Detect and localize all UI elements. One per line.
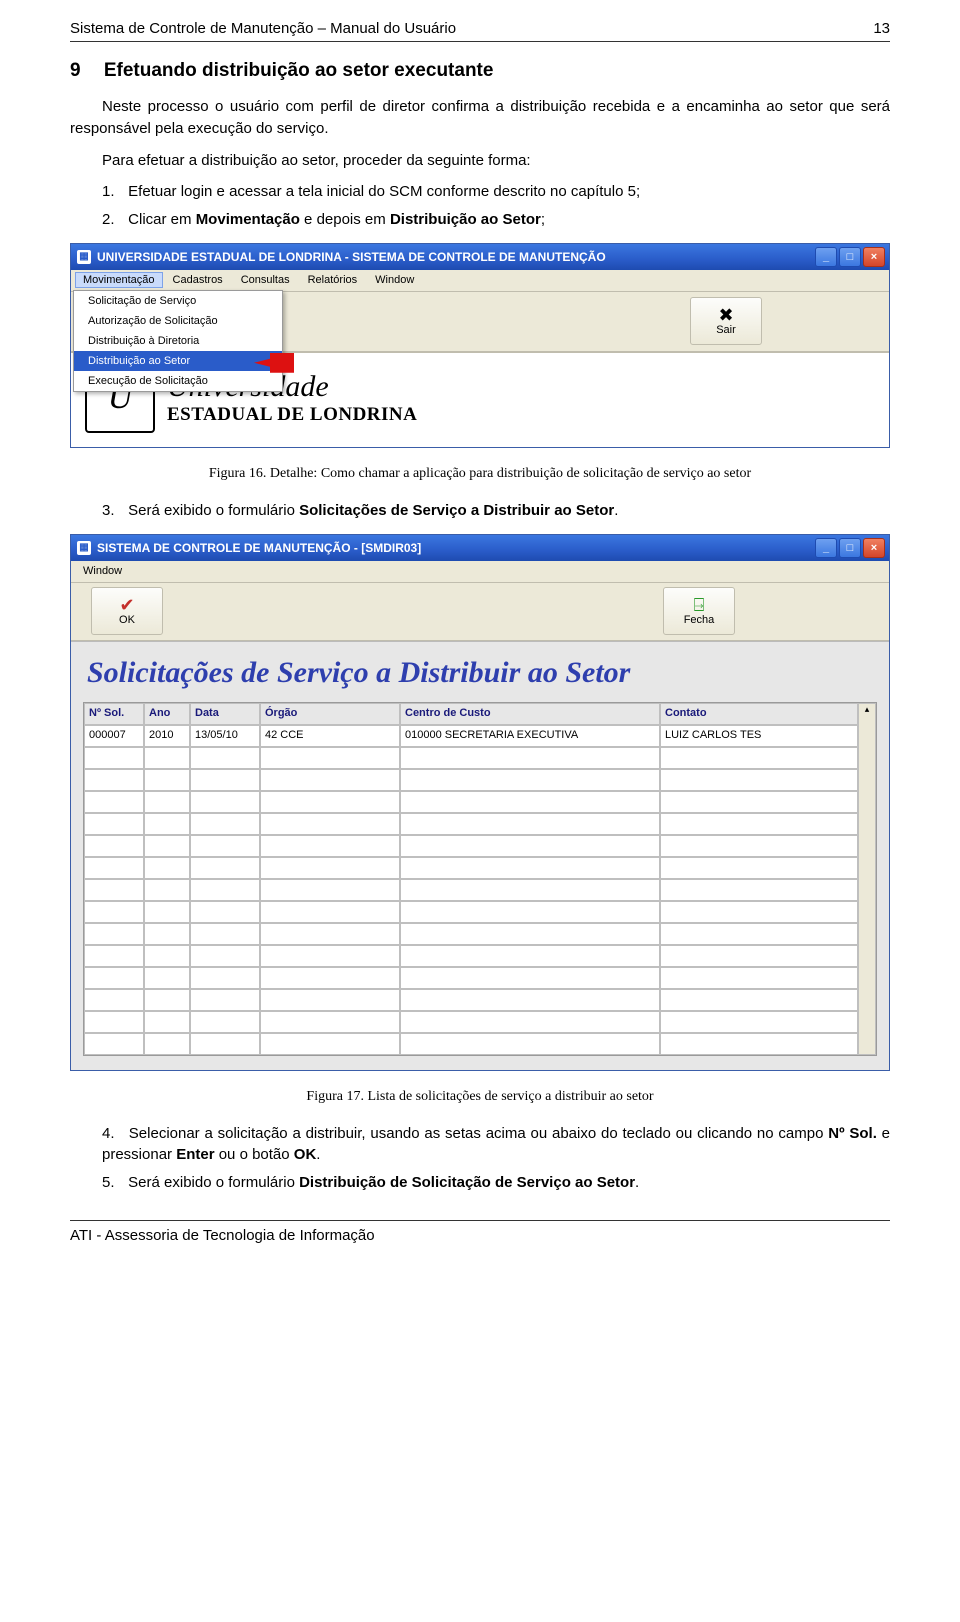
menu-consultas[interactable]: Consultas bbox=[233, 272, 298, 288]
cell-ano: 2010 bbox=[144, 725, 190, 747]
arrow-icon bbox=[254, 353, 294, 373]
maximize-button[interactable]: □ bbox=[839, 538, 861, 558]
exit-icon: ✖ bbox=[718, 306, 733, 324]
toolbar-2: ✔ OK ⍈ Fecha bbox=[71, 583, 889, 641]
check-icon: ✔ bbox=[119, 596, 134, 614]
step-5: 5. Será exibido o formulário Distribuiçã… bbox=[102, 1172, 890, 1194]
cell-orgao: 42 CCE bbox=[260, 725, 400, 747]
footer-text: ATI - Assessoria de Tecnologia de Inform… bbox=[70, 1227, 375, 1244]
dropdown-movimentacao: Solicitação de Serviço Autorização de So… bbox=[73, 290, 283, 392]
cell-cc: 010000 SECRETARIA EXECUTIVA bbox=[400, 725, 660, 747]
cell-data: 13/05/10 bbox=[190, 725, 260, 747]
ok-button[interactable]: ✔ OK bbox=[91, 587, 163, 635]
titlebar: ▦ UNIVERSIDADE ESTADUAL DE LONDRINA - SI… bbox=[71, 244, 889, 270]
menu-item-execucao[interactable]: Execução de Solicitação bbox=[74, 371, 282, 391]
minimize-button[interactable]: _ bbox=[815, 247, 837, 267]
table-row[interactable] bbox=[84, 1011, 858, 1033]
figure-17: ▦ SISTEMA DE CONTROLE DE MANUTENÇÃO - [S… bbox=[70, 534, 890, 1071]
app-window-2: ▦ SISTEMA DE CONTROLE DE MANUTENÇÃO - [S… bbox=[70, 534, 890, 1071]
step-1: 1. Efetuar login e acessar a tela inicia… bbox=[102, 181, 890, 203]
cell-sol[interactable]: 000007 bbox=[84, 725, 144, 747]
menu-relatorios[interactable]: Relatórios bbox=[300, 272, 366, 288]
app-icon: ▦ bbox=[77, 541, 91, 555]
table-row[interactable] bbox=[84, 857, 858, 879]
table-row[interactable]: 000007 2010 13/05/10 42 CCE 010000 SECRE… bbox=[84, 725, 858, 747]
menu-item-autorizacao[interactable]: Autorização de Solicitação bbox=[74, 311, 282, 331]
step-3: 3. Será exibido o formulário Solicitaçõe… bbox=[102, 500, 890, 522]
menu-cadastros[interactable]: Cadastros bbox=[165, 272, 231, 288]
col-header-cc: Centro de Custo bbox=[400, 703, 660, 725]
table-row[interactable] bbox=[84, 901, 858, 923]
col-header-ano: Ano bbox=[144, 703, 190, 725]
section-number: 9 bbox=[70, 60, 81, 81]
intro-paragraph-1: Neste processo o usuário com perfil de d… bbox=[70, 96, 890, 140]
doc-title: Sistema de Controle de Manutenção – Manu… bbox=[70, 20, 456, 37]
table-row[interactable] bbox=[84, 1033, 858, 1055]
col-header-contato: Contato bbox=[660, 703, 858, 725]
table-row[interactable] bbox=[84, 747, 858, 769]
door-icon: ⍈ bbox=[694, 596, 705, 614]
titlebar-2: ▦ SISTEMA DE CONTROLE DE MANUTENÇÃO - [S… bbox=[71, 535, 889, 561]
section-title-text: Efetuando distribuição ao setor executan… bbox=[104, 60, 494, 81]
page-number: 13 bbox=[873, 20, 890, 37]
table-row[interactable] bbox=[84, 879, 858, 901]
table-row[interactable] bbox=[84, 835, 858, 857]
figure-17-caption: Figura 17. Lista de solicitações de serv… bbox=[70, 1089, 890, 1105]
menu-movimentacao[interactable]: Movimentação Solicitação de Serviço Auto… bbox=[75, 272, 163, 288]
menubar-2: Window bbox=[71, 561, 889, 583]
sair-button[interactable]: ✖ Sair bbox=[690, 297, 762, 345]
col-header-sol: Nº Sol. bbox=[84, 703, 144, 725]
fecha-button[interactable]: ⍈ Fecha bbox=[663, 587, 735, 635]
page-footer: ATI - Assessoria de Tecnologia de Inform… bbox=[70, 1220, 890, 1244]
figure-16-caption: Figura 16. Detalhe: Como chamar a aplica… bbox=[70, 466, 890, 482]
section-heading: 9 Efetuando distribuição ao setor execut… bbox=[70, 60, 890, 82]
window-title: UNIVERSIDADE ESTADUAL DE LONDRINA - SIST… bbox=[97, 250, 606, 264]
table-row[interactable] bbox=[84, 791, 858, 813]
steps-list-c: 4. Selecionar a solicitação a distribuir… bbox=[102, 1123, 890, 1194]
menu-item-dist-diretoria[interactable]: Distribuição à Diretoria bbox=[74, 331, 282, 351]
table-row[interactable] bbox=[84, 813, 858, 835]
step-2: 2. Clicar em Movimentação e depois em Di… bbox=[102, 209, 890, 231]
app-window-1: ▦ UNIVERSIDADE ESTADUAL DE LONDRINA - SI… bbox=[70, 243, 890, 448]
col-header-data: Data bbox=[190, 703, 260, 725]
table-row[interactable] bbox=[84, 923, 858, 945]
figure-16: ▦ UNIVERSIDADE ESTADUAL DE LONDRINA - SI… bbox=[70, 243, 890, 448]
data-grid: Nº Sol. Ano Data Órgão Centro de Custo C… bbox=[83, 702, 877, 1056]
app-icon: ▦ bbox=[77, 250, 91, 264]
menu-item-dist-setor[interactable]: Distribuição ao Setor bbox=[74, 351, 282, 371]
steps-list-b: 3. Será exibido o formulário Solicitaçõe… bbox=[102, 500, 890, 522]
close-button[interactable]: × bbox=[863, 247, 885, 267]
menu-window-2[interactable]: Window bbox=[75, 563, 130, 579]
table-row[interactable] bbox=[84, 989, 858, 1011]
vertical-scrollbar[interactable]: ▴ bbox=[858, 703, 876, 1055]
grid-header: Nº Sol. Ano Data Órgão Centro de Custo C… bbox=[84, 703, 858, 725]
steps-list-a: 1. Efetuar login e acessar a tela inicia… bbox=[102, 181, 890, 231]
menu-item-solicitacao[interactable]: Solicitação de Serviço bbox=[74, 291, 282, 311]
table-row[interactable] bbox=[84, 769, 858, 791]
step-4: 4. Selecionar a solicitação a distribuir… bbox=[102, 1123, 890, 1167]
table-row[interactable] bbox=[84, 945, 858, 967]
form-area: Solicitações de Serviço a Distribuir ao … bbox=[71, 641, 889, 1070]
window-title-2: SISTEMA DE CONTROLE DE MANUTENÇÃO - [SMD… bbox=[97, 541, 421, 555]
page-header: Sistema de Controle de Manutenção – Manu… bbox=[70, 20, 890, 42]
maximize-button[interactable]: □ bbox=[839, 247, 861, 267]
col-header-orgao: Órgão bbox=[260, 703, 400, 725]
table-row[interactable] bbox=[84, 967, 858, 989]
minimize-button[interactable]: _ bbox=[815, 538, 837, 558]
intro-paragraph-2: Para efetuar a distribuição ao setor, pr… bbox=[70, 150, 890, 172]
close-button[interactable]: × bbox=[863, 538, 885, 558]
cell-contato: LUIZ CARLOS TES bbox=[660, 725, 858, 747]
menubar: Movimentação Solicitação de Serviço Auto… bbox=[71, 270, 889, 292]
form-title: Solicitações de Serviço a Distribuir ao … bbox=[87, 656, 877, 690]
menu-window[interactable]: Window bbox=[367, 272, 422, 288]
